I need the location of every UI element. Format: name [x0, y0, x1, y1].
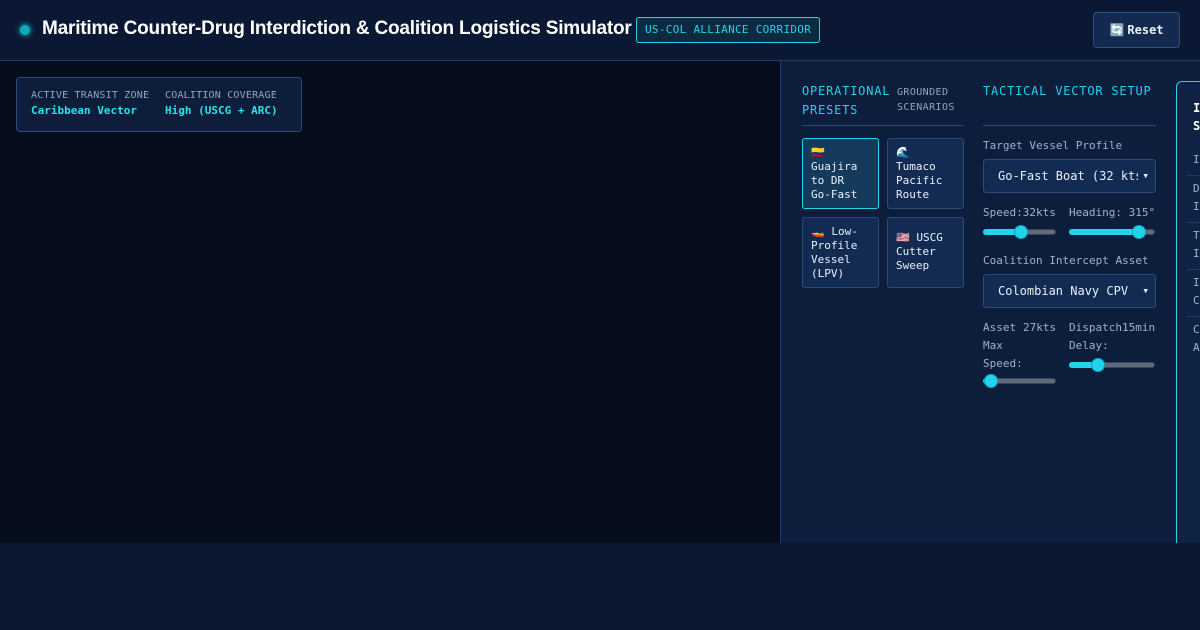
asset-speed-label: Asset Max Speed: 27kts	[983, 321, 1057, 370]
corridor-badge: US-COL ALLIANCE CORRIDOR	[636, 17, 821, 43]
preset-label: Guajira to DR Go-Fast	[811, 160, 858, 201]
control-panel: OPERATIONAL PRESETS GROUNDED SCENARIOS 🇨…	[780, 61, 1200, 543]
presets-title: OPERATIONAL PRESETS	[802, 84, 891, 117]
app-header: Maritime Counter-Drug Interdiction & Coa…	[0, 0, 1200, 61]
reset-button[interactable]: 🔄 Reset	[1093, 12, 1180, 48]
presets-divider	[802, 125, 963, 126]
app-title: Maritime Counter-Drug Interdiction & Coa…	[42, 18, 632, 39]
preset-tumaco-pacific[interactable]: 🌊 Tumaco Pacific Route	[887, 138, 964, 209]
sim-row-divider	[1187, 175, 1200, 176]
vector-divider	[983, 125, 1156, 126]
speed-label: Speed:32kts	[983, 206, 1056, 219]
status-dot-icon	[20, 25, 30, 35]
sim-row: C A	[1193, 323, 1200, 354]
zone-info-card: ACTIVE TRANSIT ZONE Caribbean Vector COA…	[16, 77, 302, 132]
heading-slider[interactable]	[1069, 225, 1155, 239]
slider-thumb[interactable]	[1090, 358, 1105, 372]
wave-icon: 🌊	[896, 146, 910, 159]
sim-row: I	[1193, 153, 1200, 166]
coverage-value: High (USCG + ARC)	[165, 104, 278, 117]
dispatch-delay-label: Dispatch Delay: 15min	[1069, 321, 1156, 352]
slider-thumb[interactable]	[1013, 225, 1028, 239]
sim-card-title: I S	[1193, 101, 1200, 133]
sim-row: I C	[1193, 276, 1200, 307]
intercept-asset-select[interactable]: Colombian Navy CPV ▾	[983, 274, 1156, 308]
chevron-down-icon: ▾	[1138, 275, 1149, 307]
intercept-asset-value: Colombian Navy CPV	[998, 284, 1129, 298]
preset-low-profile-vessel[interactable]: 🚤 Low-Profile Vessel (LPV)	[802, 217, 879, 288]
footer-band	[0, 543, 1200, 630]
sim-row-divider	[1187, 222, 1200, 223]
dispatch-delay-slider[interactable]	[1069, 358, 1155, 372]
usa-flag-icon: 🇺🇸	[896, 231, 910, 244]
map-area[interactable]: ACTIVE TRANSIT ZONE Caribbean Vector COA…	[0, 61, 780, 543]
refresh-icon: 🔄	[1109, 23, 1125, 37]
coalition-coverage: COALITION COVERAGE High (USCG + ARC)	[165, 90, 278, 117]
sim-row-divider	[1187, 316, 1200, 317]
colombia-flag-icon: 🇨🇴	[811, 146, 825, 159]
intercept-asset-label: Coalition Intercept Asset	[983, 254, 1149, 267]
heading-value: 315°	[1128, 206, 1156, 219]
speed-slider[interactable]	[983, 225, 1056, 239]
asset-speed-slider[interactable]	[983, 374, 1056, 388]
coverage-label: COALITION COVERAGE	[165, 90, 277, 101]
speedboat-icon: 🚤	[811, 225, 825, 238]
slider-thumb[interactable]	[984, 374, 999, 388]
transit-zone: ACTIVE TRANSIT ZONE Caribbean Vector	[31, 90, 149, 117]
preset-guajira-go-fast[interactable]: 🇨🇴 Guajira to DR Go-Fast	[802, 138, 879, 209]
speed-value: 32kts	[1022, 206, 1056, 219]
transit-zone-label: ACTIVE TRANSIT ZONE	[31, 90, 150, 101]
preset-uscg-cutter-sweep[interactable]: 🇺🇸 USCG Cutter Sweep	[887, 217, 964, 288]
dispatch-delay-value: 15min	[1122, 321, 1156, 334]
vessel-profile-select[interactable]: Go-Fast Boat (32 kts) ▾	[983, 159, 1156, 193]
presets-subtitle: GROUNDED SCENARIOS	[897, 87, 955, 113]
vessel-profile-label: Target Vessel Profile	[983, 139, 1123, 152]
sim-row: D I	[1193, 182, 1200, 213]
transit-zone-value: Caribbean Vector	[31, 104, 137, 117]
sim-row: T I	[1193, 229, 1200, 260]
heading-label: Heading: 315°	[1069, 206, 1156, 219]
vector-title: TACTICAL VECTOR SETUP	[983, 84, 1152, 98]
sim-row-divider	[1187, 269, 1200, 270]
asset-speed-value: 27kts	[1023, 321, 1057, 334]
vessel-profile-value: Go-Fast Boat (32 kts)	[998, 169, 1150, 183]
preset-label: Tumaco Pacific Route	[896, 160, 943, 201]
simulation-status-card: I S I D I T I I C C A	[1176, 81, 1200, 543]
chevron-down-icon: ▾	[1138, 160, 1149, 192]
slider-thumb[interactable]	[1132, 225, 1147, 239]
reset-label: Reset	[1127, 23, 1164, 37]
